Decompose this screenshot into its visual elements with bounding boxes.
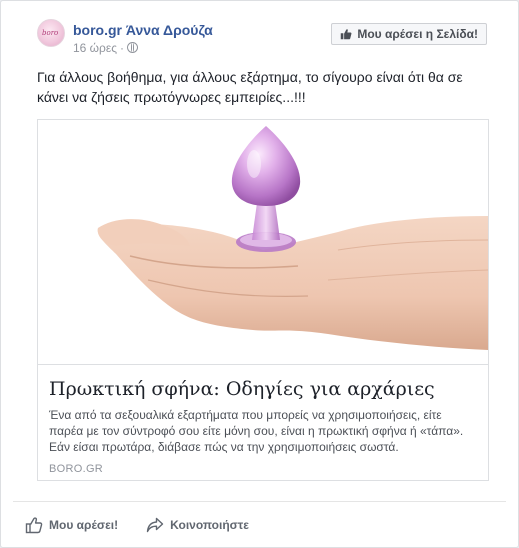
post-card: boro boro.gr Άννα Δρούζα 16 ώρες · Μου αρ… — [0, 0, 519, 548]
share-button[interactable]: Κοινοποιήστε — [146, 517, 249, 533]
actions-divider — [13, 501, 506, 502]
globe-icon[interactable] — [127, 42, 139, 53]
link-preview-card[interactable]: Πρωκτική σφήνα: Οδηγίες για αρχάριες Ένα… — [37, 119, 489, 481]
thumbs-up-icon — [25, 517, 43, 534]
link-preview-image[interactable] — [38, 120, 488, 364]
like-page-button[interactable]: Μου αρέσει η Σελίδα! — [331, 23, 487, 45]
post-timestamp[interactable]: 16 ώρες — [73, 41, 117, 55]
link-description: Ένα από τα σεξουαλικά εξαρτήματα που μπο… — [49, 408, 464, 454]
like-page-label: Μου αρέσει η Σελίδα! — [357, 27, 478, 41]
post-actions-bar: Μου αρέσει! Κοινοποιήστε — [25, 513, 249, 537]
like-button[interactable]: Μου αρέσει! — [25, 516, 118, 534]
share-arrow-icon — [146, 517, 164, 533]
post-meta: 16 ώρες · — [73, 41, 139, 55]
avatar[interactable]: boro — [37, 19, 65, 47]
post-text: Για άλλους βοήθημα, για άλλους εξάρτημα,… — [37, 69, 463, 105]
like-label: Μου αρέσει! — [49, 518, 119, 532]
meta-separator: · — [120, 41, 125, 55]
share-label: Κοινοποιήστε — [170, 518, 249, 532]
avatar-logo-text: boro — [42, 29, 59, 37]
link-preview-body[interactable]: Πρωκτική σφήνα: Οδηγίες για αρχάριες Ένα… — [38, 364, 488, 480]
page-name-link[interactable]: boro.gr Άννα Δρούζα — [73, 22, 213, 38]
thumbs-up-icon — [341, 29, 352, 40]
hand-holding-plug-image — [97, 126, 488, 350]
link-title[interactable]: Πρωκτική σφήνα: Οδηγίες για αρχάριες — [49, 377, 477, 401]
link-domain: BORO.GR — [49, 463, 104, 475]
